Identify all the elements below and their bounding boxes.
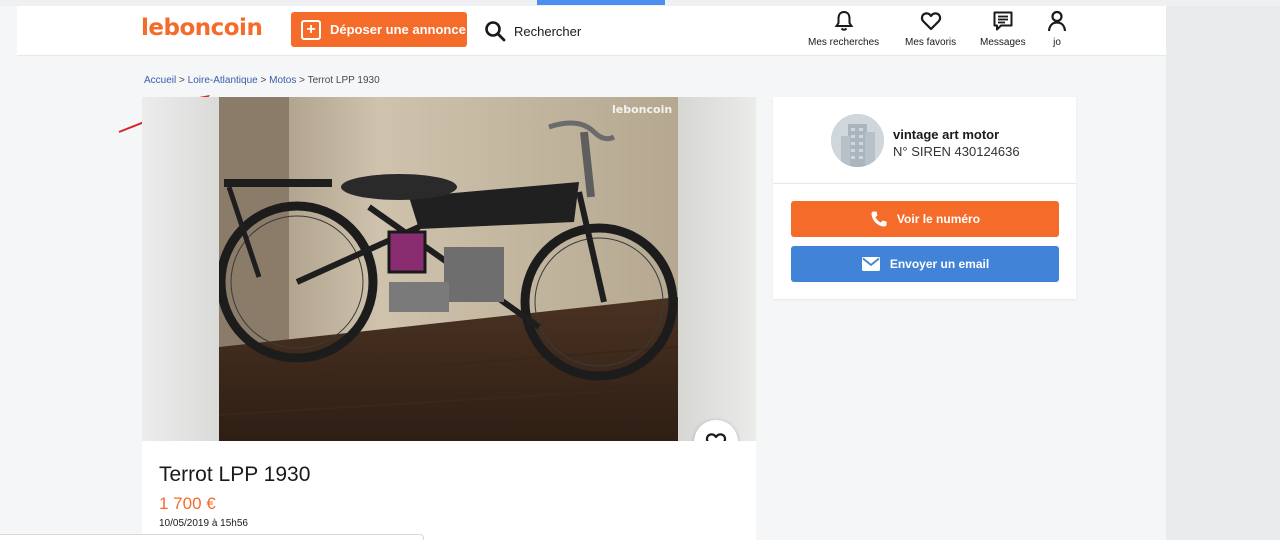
seller-name[interactable]: vintage art motor [893, 127, 999, 142]
plus-icon: + [301, 19, 321, 40]
show-phone-button[interactable]: Voir le numéro [791, 201, 1059, 237]
breadcrumb-separator: > [260, 75, 267, 86]
ad-price: 1 700 € [159, 494, 216, 513]
loading-indicator [537, 0, 665, 5]
nav-label: Messages [980, 37, 1026, 48]
browser-status-bar [0, 534, 424, 540]
seller-avatar [831, 114, 884, 167]
seller-info[interactable]: vintage art motor N° SIREN 430124636 [773, 97, 1076, 184]
gallery-blur-right [677, 97, 756, 441]
seller-siren: N° SIREN 430124636 [893, 144, 1020, 159]
nav-favorites[interactable]: Mes favoris [905, 10, 956, 48]
phone-icon [871, 211, 887, 227]
page-gutter [1166, 0, 1280, 540]
search-link[interactable]: Rechercher [484, 18, 581, 44]
breadcrumb-separator: > [179, 75, 185, 86]
nav-label: Mes favoris [905, 37, 957, 48]
message-icon [993, 11, 1013, 31]
nav-label: jo [1053, 37, 1061, 48]
nav-account[interactable]: jo [1047, 10, 1067, 48]
seller-card: vintage art motor N° SIREN 430124636 Voi… [773, 97, 1076, 299]
post-ad-button[interactable]: + Déposer une annonce [291, 12, 467, 47]
send-email-label: Envoyer un email [889, 257, 990, 271]
search-icon [485, 21, 506, 42]
ad-gallery[interactable]: leboncoin [142, 97, 756, 441]
show-phone-label: Voir le numéro [896, 212, 981, 226]
building-icon [831, 114, 884, 167]
photo-watermark: leboncoin [612, 103, 673, 116]
ad-details: Terrot LPP 1930 1 700 € 10/05/2019 à 15h… [142, 441, 756, 540]
ad-title: Terrot LPP 1930 [159, 463, 311, 486]
breadcrumb-separator: > [299, 75, 305, 86]
ad-date: 10/05/2019 à 15h56 [159, 518, 248, 529]
motorcycle-photo[interactable] [219, 97, 678, 441]
bell-icon [834, 10, 853, 31]
breadcrumb-home[interactable]: Accueil [144, 75, 176, 86]
breadcrumb-category[interactable]: Motos [269, 75, 296, 86]
nav-saved-searches[interactable]: Mes recherches [808, 10, 879, 48]
site-header: leboncoin + Déposer une annonce Recherch… [17, 6, 1166, 56]
search-label: Rechercher [514, 23, 582, 39]
gallery-blur-left [142, 97, 219, 441]
user-icon [1047, 10, 1067, 32]
breadcrumb-region[interactable]: Loire-Atlantique [188, 75, 258, 86]
site-logo[interactable]: leboncoin [141, 15, 263, 41]
nav-messages[interactable]: Messages [980, 10, 1026, 48]
page-container: leboncoin + Déposer une annonce Recherch… [17, 6, 1166, 540]
breadcrumb-current: Terrot LPP 1930 [307, 75, 380, 86]
nav-label: Mes recherches [808, 37, 880, 48]
post-ad-label: Déposer une annonce [330, 22, 466, 37]
send-email-button[interactable]: Envoyer un email [791, 246, 1059, 282]
envelope-icon [861, 257, 880, 271]
breadcrumb: Accueil > Loire-Atlantique > Motos > Ter… [144, 75, 380, 86]
heart-icon [920, 12, 941, 31]
